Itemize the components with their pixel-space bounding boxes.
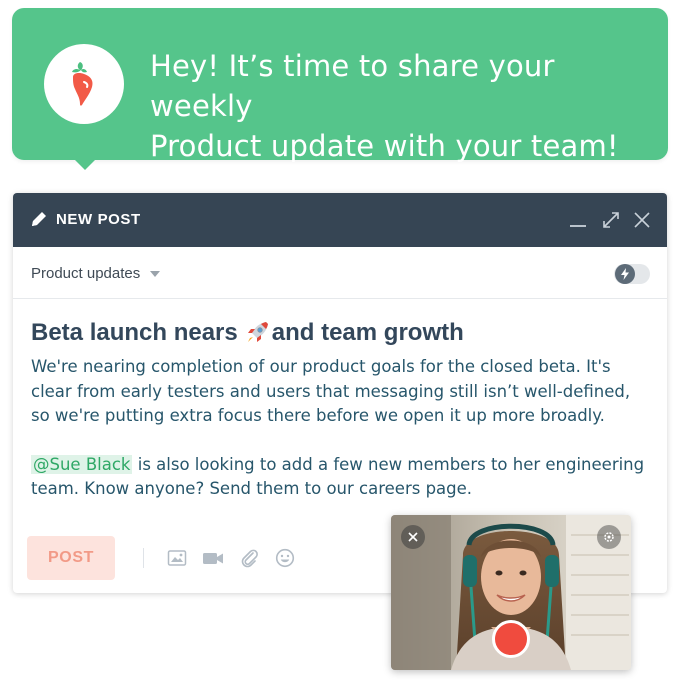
close-icon	[408, 532, 418, 542]
chevron-down-icon	[150, 270, 161, 277]
banner-tail	[72, 157, 98, 170]
minimize-icon	[570, 225, 586, 227]
record-button[interactable]	[492, 620, 530, 658]
heading-text-1: Beta launch nears	[31, 319, 238, 346]
video-close-button[interactable]	[401, 525, 425, 549]
post-button[interactable]: POST	[27, 536, 115, 580]
emoji-icon	[275, 548, 295, 568]
category-label: Product updates	[31, 265, 141, 282]
post-paragraph-2: @Sue Black is also looking to add a few …	[31, 453, 651, 502]
insert-video-button[interactable]	[202, 547, 224, 569]
insert-image-button[interactable]	[166, 547, 188, 569]
video-camera-icon	[203, 553, 223, 564]
video-preview[interactable]	[391, 515, 631, 670]
carrot-logo-icon	[72, 62, 93, 106]
paperclip-icon	[241, 549, 258, 568]
footer-divider	[143, 548, 144, 568]
category-dropdown[interactable]: Product updates	[31, 265, 161, 282]
post-toolbar: Product updates	[13, 247, 667, 299]
post-body[interactable]: Beta launch nears and team growth We're …	[31, 317, 651, 502]
close-button[interactable]	[631, 209, 653, 231]
attach-file-button[interactable]	[238, 547, 260, 569]
video-settings-button[interactable]	[597, 525, 621, 549]
mention-tag[interactable]: @Sue Black	[31, 454, 133, 474]
toggle-knob	[615, 264, 635, 284]
carrot-logo	[44, 44, 124, 124]
banner-message: Hey! It’s time to share your weekly Prod…	[150, 46, 660, 166]
pencil-icon	[32, 212, 46, 226]
banner-line-2: Product update with your team!	[150, 129, 619, 163]
minimize-button[interactable]	[567, 209, 589, 231]
close-icon	[634, 212, 650, 228]
gear-icon	[604, 532, 614, 542]
prompt-banner: Hey! It’s time to share your weekly Prod…	[12, 8, 668, 163]
window-title: NEW POST	[56, 211, 141, 228]
post-footer: POST	[27, 536, 310, 580]
boost-toggle[interactable]	[614, 264, 650, 284]
image-icon	[167, 550, 187, 566]
expand-icon	[603, 212, 619, 228]
expand-button[interactable]	[600, 209, 622, 231]
post-header: NEW POST	[13, 193, 667, 247]
lightning-icon	[621, 268, 629, 280]
insert-emoji-button[interactable]	[274, 547, 296, 569]
heading-text-2: and team growth	[271, 319, 464, 346]
post-paragraph-1: We're nearing completion of our product …	[31, 357, 631, 425]
rocket-icon	[246, 322, 268, 342]
banner-line-1: Hey! It’s time to share your weekly	[150, 49, 555, 123]
post-heading: Beta launch nears and team growth	[31, 317, 651, 349]
